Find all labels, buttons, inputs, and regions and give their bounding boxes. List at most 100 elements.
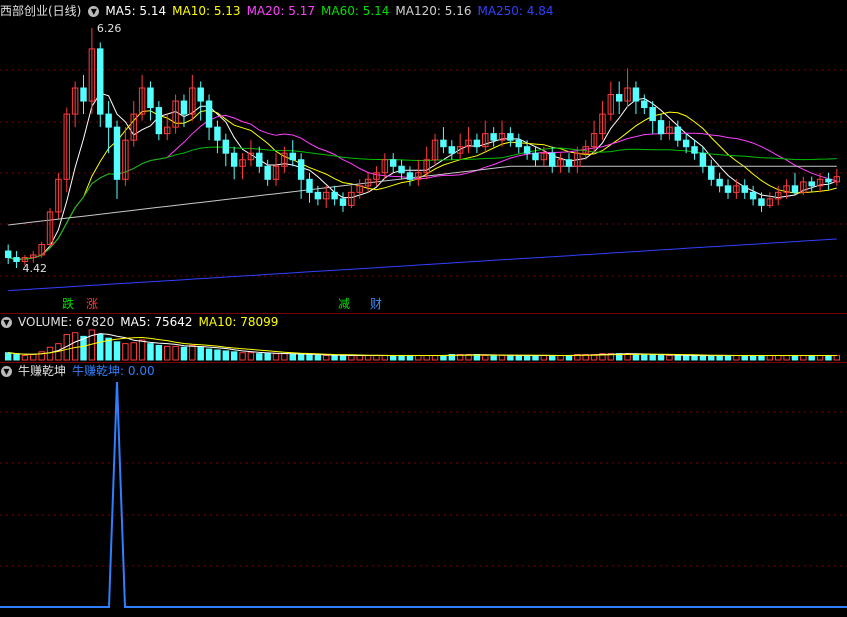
indicator-line (0, 381, 847, 608)
candle-body (222, 139, 230, 154)
candle (172, 94, 179, 134)
candle-body (691, 146, 698, 154)
candle-body (306, 178, 313, 193)
candle (641, 94, 648, 115)
volume-bar (180, 346, 188, 361)
volume-bar (239, 352, 246, 361)
candle (373, 166, 380, 186)
candle (297, 153, 305, 199)
candle-body (389, 159, 397, 167)
candle (55, 172, 62, 219)
candle (749, 185, 757, 206)
candle-body (708, 165, 715, 180)
volume-bar (381, 354, 389, 361)
candle (691, 140, 698, 160)
candle-body (214, 126, 221, 141)
volume-bar (281, 353, 288, 361)
candle (549, 146, 556, 173)
ma60-line (8, 146, 837, 261)
candle (490, 127, 497, 147)
volume-bar (105, 337, 112, 361)
candle-body (155, 107, 163, 135)
volume-bar (189, 344, 196, 361)
volume-bar (775, 354, 782, 361)
volume-bar (373, 354, 380, 361)
candle (448, 140, 456, 160)
candle (222, 133, 230, 167)
candle-body (105, 113, 112, 128)
volume-bar (808, 354, 815, 361)
candle (800, 176, 807, 195)
candle (38, 241, 45, 258)
candle (122, 127, 129, 186)
stock-chart[interactable]: 6.26 4.42 跌 涨 减 财 (0, 0, 847, 617)
candle (97, 42, 104, 128)
candle-body (758, 198, 765, 206)
candle (189, 74, 196, 121)
volume-bar (641, 354, 648, 361)
candle (406, 166, 414, 186)
candle (130, 101, 137, 147)
candle (105, 101, 112, 154)
volume-bar (733, 354, 740, 361)
candle (71, 81, 79, 128)
candle-body (507, 133, 514, 141)
candle (113, 120, 121, 199)
candle (624, 68, 631, 108)
candle (440, 127, 447, 154)
candle-body (549, 152, 556, 167)
volume-bar (97, 334, 104, 361)
candle-body (13, 257, 20, 262)
volume-bar (163, 345, 171, 361)
volume-bar (682, 354, 690, 361)
candle (13, 251, 20, 268)
volume-bar (791, 354, 799, 361)
volume-bar (549, 354, 556, 361)
volume-bar (130, 342, 137, 361)
volume-bar (632, 354, 640, 361)
volume-bar (833, 354, 841, 361)
volume-bar (741, 354, 748, 361)
candle-body (791, 185, 799, 193)
candle (239, 153, 246, 180)
candle-body (515, 139, 522, 148)
chart-markers: 6.26 4.42 跌 涨 减 财 (23, 22, 382, 311)
ma250-line (8, 238, 837, 292)
candle-body (808, 181, 815, 187)
signal-label-fall: 跌 (62, 296, 74, 311)
volume-bar (423, 354, 430, 361)
candle (607, 81, 615, 121)
volume-bar (297, 354, 305, 361)
candle-body (724, 185, 732, 193)
volume-bar (816, 354, 824, 361)
candle (515, 133, 522, 154)
volume-bar (256, 353, 263, 361)
volume-bar (758, 354, 765, 361)
volume-bar (406, 354, 414, 361)
volume-bar (440, 354, 447, 361)
volume-bar (532, 354, 539, 361)
candle-body (339, 198, 347, 206)
volume-bar (247, 352, 255, 361)
candle-body (230, 152, 238, 167)
candle-body (80, 87, 87, 102)
chart-grid (0, 69, 847, 567)
volume-bar (155, 344, 163, 361)
candle (431, 133, 439, 167)
candle-body (699, 152, 707, 167)
volume-bar (766, 354, 774, 361)
candle (733, 179, 740, 199)
low-price-label: 4.42 (23, 262, 48, 275)
candle (80, 74, 87, 115)
volume-bar (666, 354, 673, 361)
signal-label-rise: 涨 (86, 296, 98, 311)
volume-bar (724, 354, 732, 361)
volume-bar (205, 348, 213, 361)
candle (415, 159, 422, 186)
candle-body (532, 152, 539, 161)
candle (599, 101, 606, 141)
volume-bar (113, 341, 121, 361)
candle-body (825, 178, 832, 183)
candle (682, 133, 690, 154)
candle-body (649, 107, 656, 122)
